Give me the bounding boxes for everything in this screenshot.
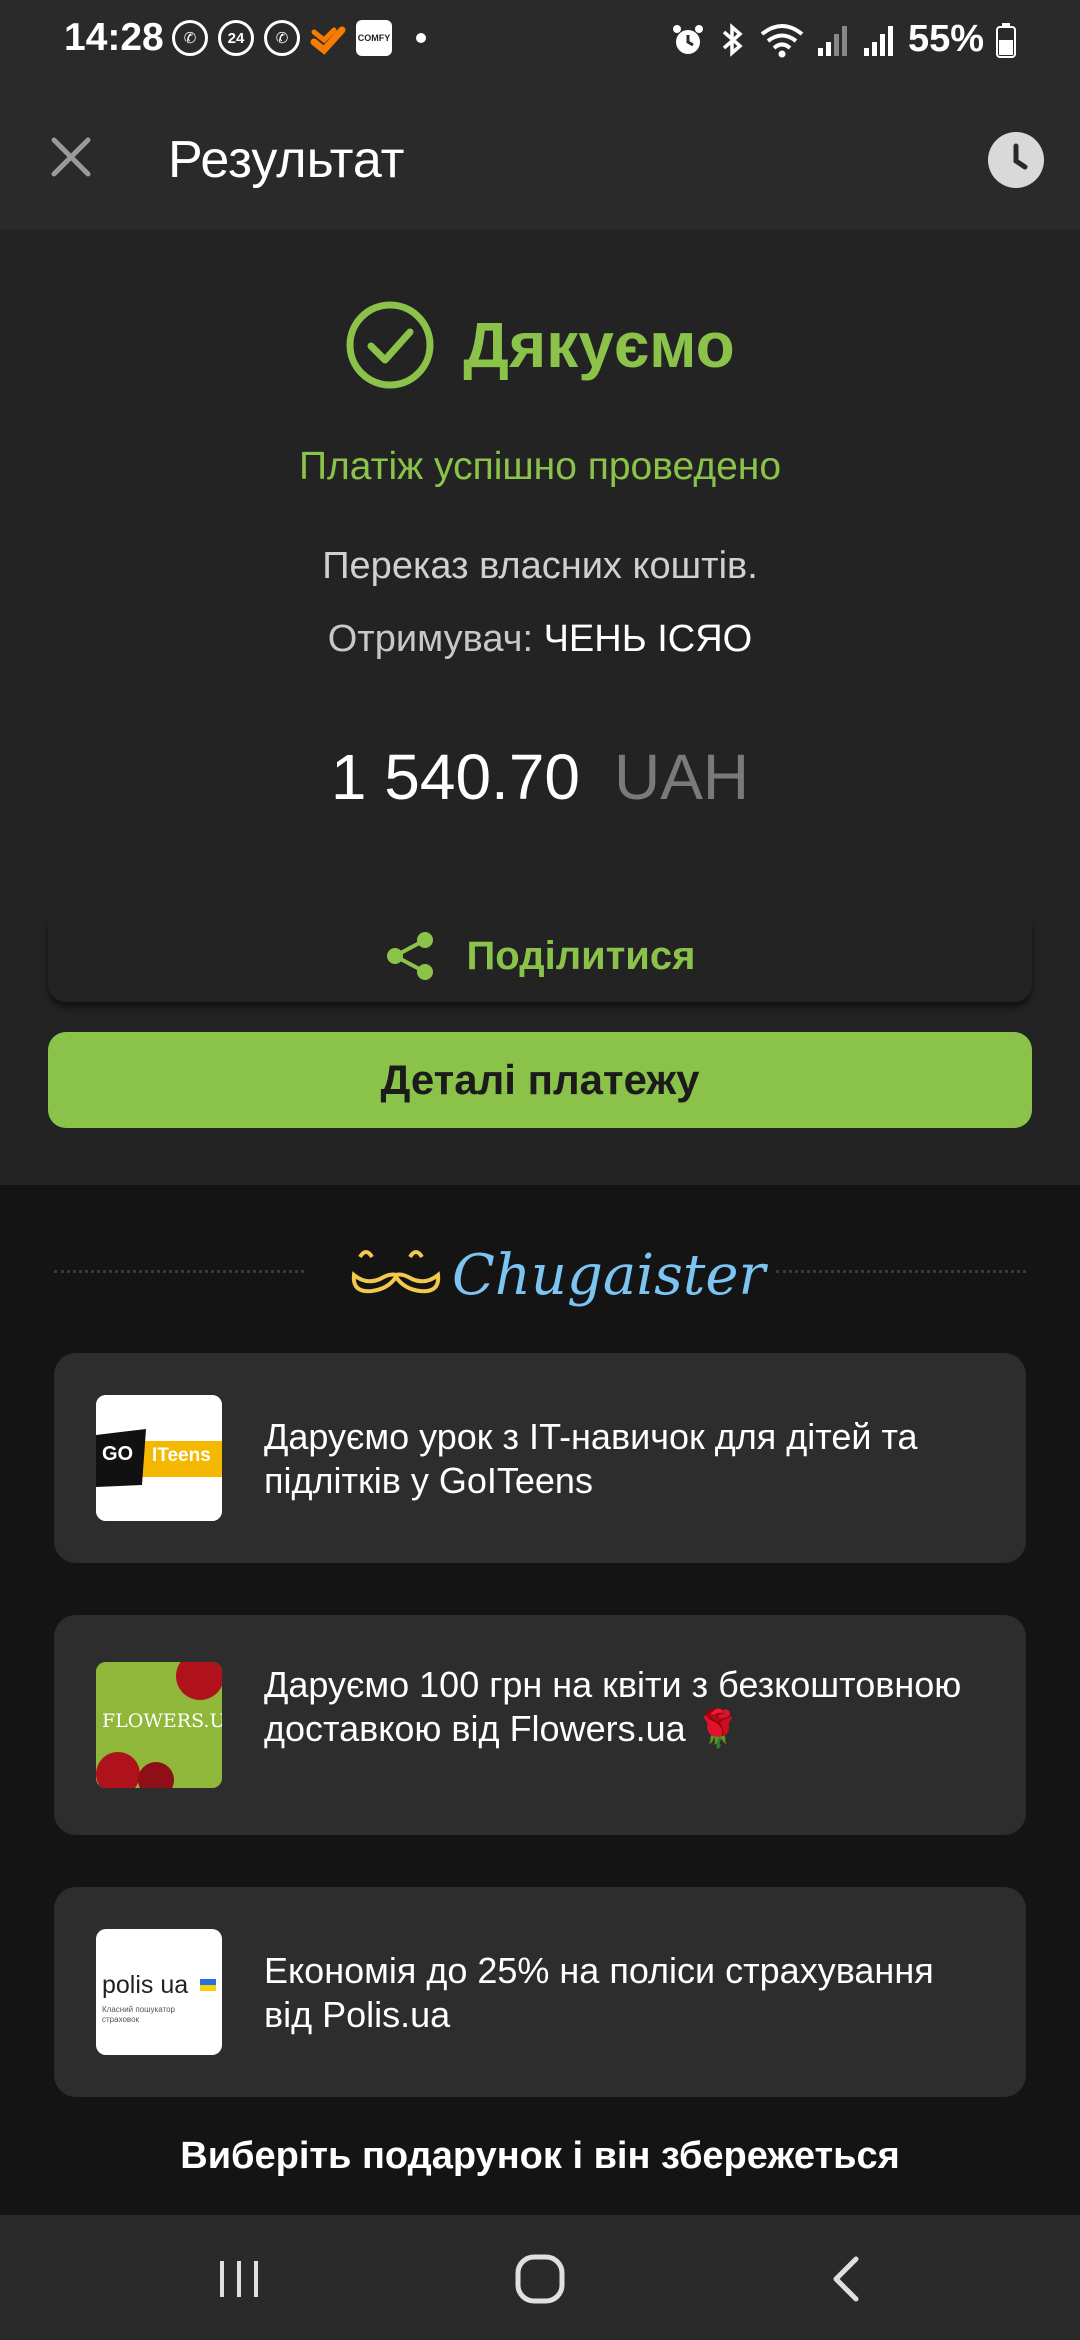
goiteens-logo: GO ITeens (96, 1395, 222, 1521)
success-message: Платіж успішно проведено (298, 445, 782, 488)
page-title: Результат (168, 131, 405, 189)
thanks-heading: Дякуємо (463, 309, 735, 381)
promo-section: Chugaister GO ITeens Даруємо урок з IT-н… (0, 1185, 1080, 2215)
recipient-name: ЧЕНЬ ІСЯО (543, 618, 753, 660)
ukraine-flag-icon (200, 1979, 216, 1991)
chugaister-brand: Chugaister (350, 1225, 765, 1325)
amount-value: 1 540.70 (330, 741, 580, 813)
payment-details-button[interactable]: Деталі платежу (48, 1032, 1032, 1128)
payment-details-label: Деталі платежу (380, 1056, 700, 1103)
polis-logo: polis ua Класний пошукатор страховок (96, 1929, 222, 2055)
promo-card-flowers[interactable]: FLOWERS.UA Даруємо 100 грн на квіти з бе… (54, 1615, 1026, 1835)
divider (776, 1270, 1026, 1273)
signal-icon (817, 25, 847, 56)
share-icon (386, 932, 433, 980)
recipient-label: Отримувач: (327, 618, 534, 660)
promo-card-polis[interactable]: polis ua Класний пошукатор страховок Еко… (54, 1887, 1026, 2097)
status-bar: 14:28 ✆ 24 ✆ COMFY 55% (0, 0, 1080, 80)
divider (54, 1270, 304, 1273)
status-left-icons: ✆ 24 ✆ COMFY (172, 20, 426, 56)
polis-logo-subtitle: Класний пошукатор страховок (102, 2005, 175, 2024)
viber-icon: ✆ (264, 20, 300, 56)
polis-logo-text: polis ua (102, 1971, 189, 1999)
brand-name: Chugaister (452, 1242, 766, 1308)
recipient-line: Отримувач: ЧЕНЬ ІСЯО (0, 618, 1080, 661)
share-button[interactable]: Поділитися (48, 910, 1032, 1002)
goiteens-logo-iteens: ITeens (152, 1445, 211, 1466)
status-time: 14:28 (64, 16, 164, 59)
back-icon[interactable] (826, 2255, 866, 2303)
battery-percent: 55% (907, 18, 984, 60)
more-notifications-dot (416, 33, 426, 43)
status-right-icons: 55% (670, 18, 1016, 61)
mustache-icon (351, 1250, 441, 1294)
app-header: Результат (0, 80, 1080, 230)
comfy-icon: COMFY (356, 20, 392, 56)
notification-24-icon: 24 (218, 20, 254, 56)
transfer-description: Переказ власних коштів. (322, 545, 758, 587)
alarm-icon (672, 24, 703, 54)
signal-icon-2 (863, 25, 893, 56)
home-icon[interactable] (514, 2253, 566, 2305)
thanks-row: Дякуємо (0, 300, 1080, 390)
bluetooth-icon (722, 22, 743, 57)
promo-text: Даруємо урок з IT-навичок для дітей та п… (264, 1416, 918, 1501)
gift-note: Виберіть подарунок і він збережеться (180, 2135, 900, 2177)
history-clock-icon[interactable] (988, 132, 1044, 188)
check-circle-icon (346, 301, 434, 389)
battery-icon (996, 22, 1016, 58)
promo-card-goiteens[interactable]: GO ITeens Даруємо урок з IT-навичок для … (54, 1353, 1026, 1563)
system-nav-bar (0, 2215, 1080, 2340)
app-icon (310, 26, 346, 55)
goiteens-logo-go: GO (102, 1443, 134, 1465)
share-button-label: Поділитися (466, 933, 696, 978)
payment-result-panel: Дякуємо Платіж успішно проведено Переказ… (0, 230, 1080, 1185)
flowers-logo-text: FLOWERS.UA (102, 1710, 222, 1732)
promo-text: Економія до 25% на поліси страхування ві… (264, 1950, 934, 2035)
flowers-logo: FLOWERS.UA (96, 1662, 222, 1788)
wifi-icon (760, 23, 804, 57)
amount-row: 1 540.70 UAH (0, 740, 1080, 814)
amount-currency: UAH (614, 741, 750, 813)
recent-apps-icon[interactable] (214, 2255, 264, 2303)
close-icon[interactable] (46, 132, 96, 182)
promo-text: Даруємо 100 грн на квіти з безкоштовною … (264, 1664, 962, 1749)
viber-icon: ✆ (172, 20, 208, 56)
